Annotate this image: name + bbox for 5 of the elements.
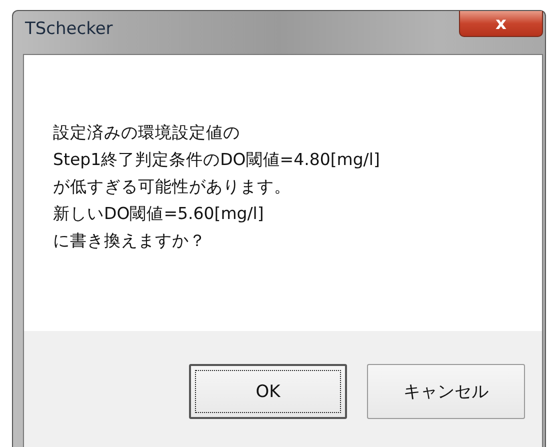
message-text: 設定済みの環境設定値の Step1終了判定条件のDO閾値=4.80[mg/l] が低すぎる可能性があります。 新しいDO閾値=5.60[mg/l] に書き換えますか？ [53, 122, 380, 252]
close-button[interactable]: x [459, 11, 543, 37]
ok-button[interactable]: OK [189, 364, 347, 419]
cancel-button[interactable]: キャンセル [367, 364, 525, 419]
window-title: TSchecker [25, 19, 113, 39]
